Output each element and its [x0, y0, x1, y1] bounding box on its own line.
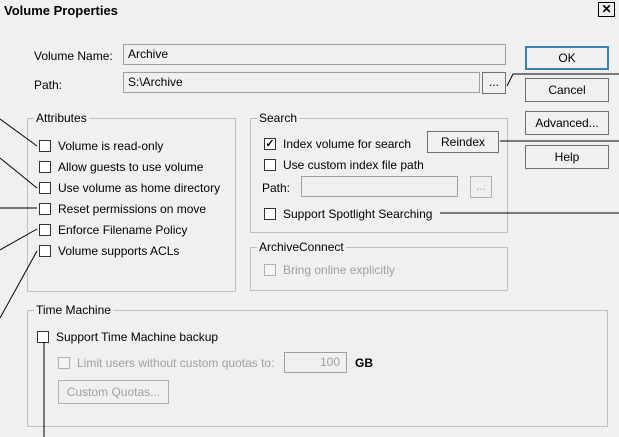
volume-properties-dialog: Volume Properties ✕ Volume Name: Archive… [0, 0, 619, 437]
callout-lines [0, 73, 619, 437]
callout-line-home-directory [0, 157, 38, 189]
callout-line-acls [0, 250, 38, 319]
callout-line-filename-policy [0, 228, 38, 251]
callout-line-read-only [0, 118, 38, 147]
callout-line-path [506, 73, 619, 87]
